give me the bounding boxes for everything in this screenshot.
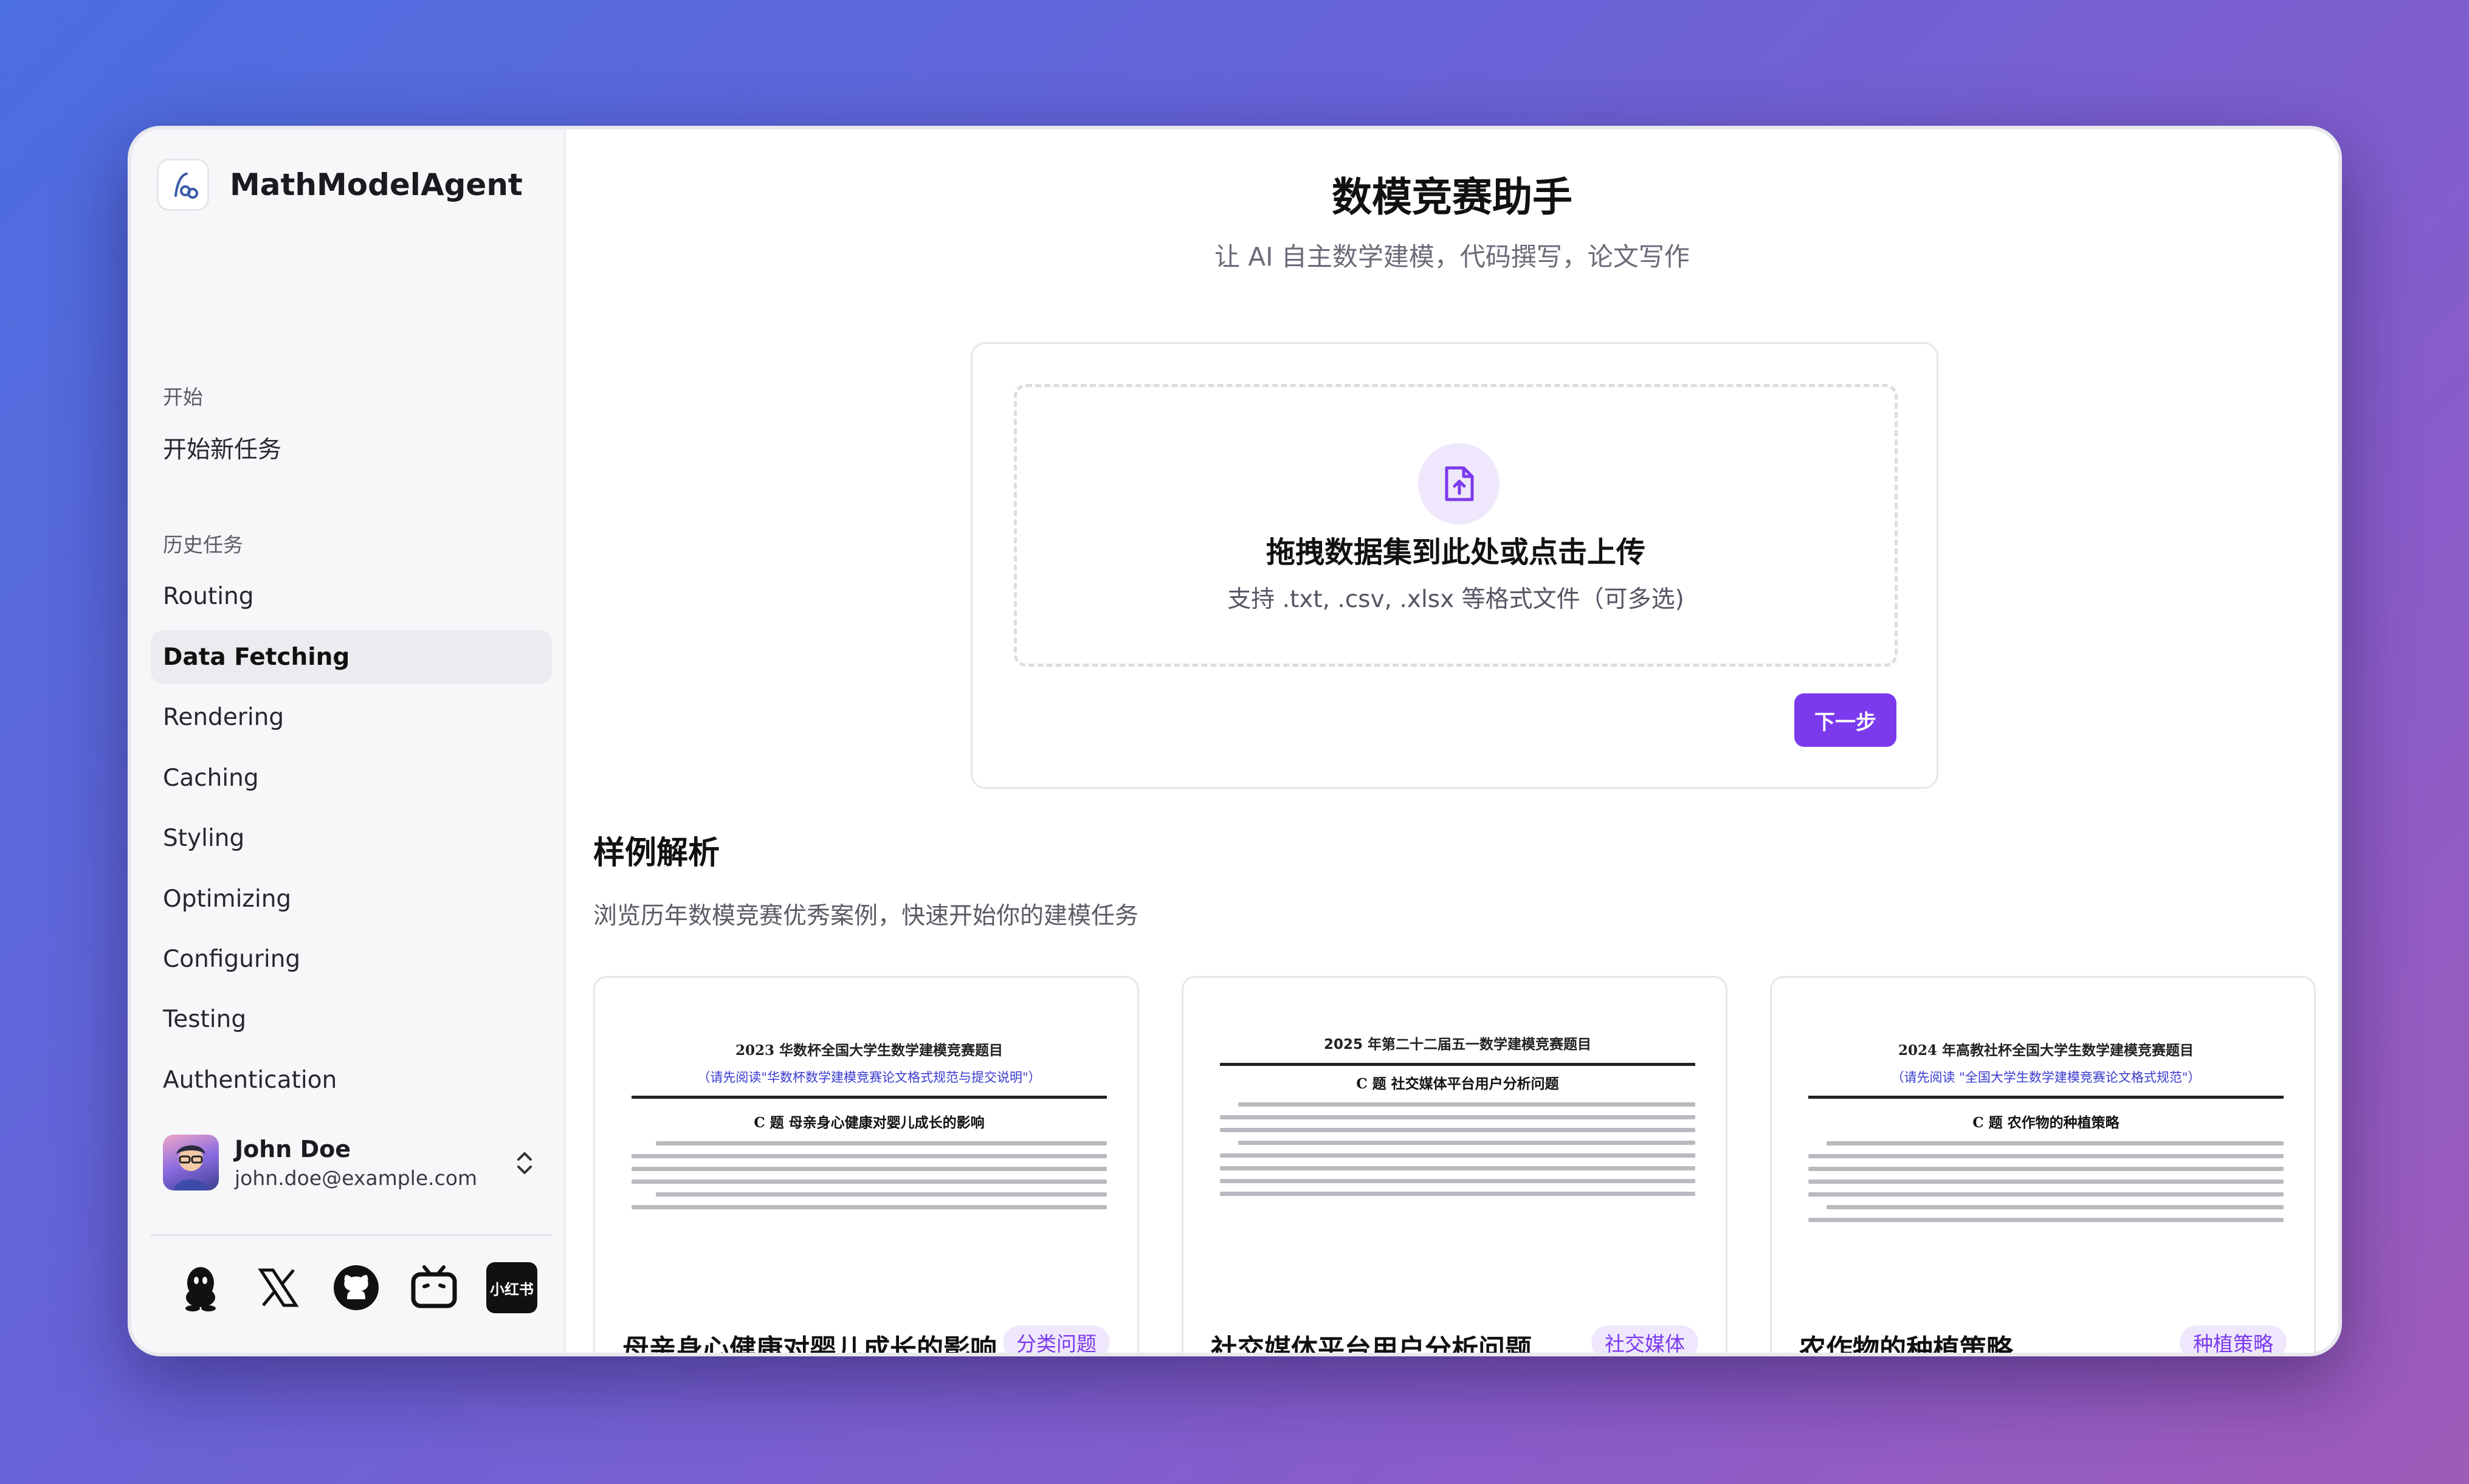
history-item-caching[interactable]: Caching — [151, 751, 552, 805]
example-card-tag: 分类问题 — [1003, 1325, 1110, 1353]
upload-card: 拖拽数据集到此处或点击上传 支持 .txt, .csv, .xlsx 等格式文件… — [971, 342, 1938, 789]
next-step-button[interactable]: 下一步 — [1794, 693, 1896, 747]
chevron-up-down-icon[interactable] — [509, 1145, 540, 1181]
x-icon[interactable] — [252, 1261, 305, 1314]
file-upload-icon — [1418, 443, 1500, 524]
history-item-rendering[interactable]: Rendering — [151, 690, 552, 744]
doc-header: 2025 年第二十二届五一数学建模竞赛题目 — [1323, 1037, 1592, 1053]
app-window: MathModelAgent 开始 开始新任务 历史任务 Routing Dat… — [128, 126, 2342, 1356]
doc-rule — [632, 1096, 1107, 1099]
examples-description: 浏览历年数模竞赛优秀案例，快速开始你的建模任务 — [593, 902, 1139, 930]
page-subtitle: 让 AI 自主数学建模，代码撰写，论文写作 — [1214, 242, 1690, 272]
history-item-authentication[interactable]: Authentication — [151, 1053, 552, 1107]
doc-header: 2024 年高教社杯全国大学生数学建模竞赛题目 — [1898, 1042, 2194, 1059]
examples-title: 样例解析 — [593, 835, 720, 871]
example-card-tag: 社交媒体 — [1591, 1325, 1698, 1353]
history-item-optimizing[interactable]: Optimizing — [151, 872, 552, 926]
doc-question-title: C 题 农作物的种植策略 — [1972, 1115, 2119, 1131]
sidebar: MathModelAgent 开始 开始新任务 历史任务 Routing Dat… — [131, 129, 566, 1353]
history-item-data-fetching[interactable]: Data Fetching — [151, 630, 552, 684]
avatar — [163, 1135, 219, 1190]
qq-icon[interactable] — [174, 1261, 227, 1314]
example-card[interactable]: 2024 年高教社杯全国大学生数学建模竞赛题目 （请先阅读 "全国大学生数学建模… — [1770, 976, 2316, 1356]
example-card-title: 社交媒体平台用户分析问题 — [1211, 1334, 1532, 1356]
sidebar-divider — [151, 1234, 552, 1236]
doc-subheader: （请先阅读 "全国大学生数学建模竞赛论文格式规范"） — [1891, 1070, 2201, 1085]
user-email: john.doe@example.com — [235, 1166, 478, 1190]
doc-rule — [1808, 1096, 2284, 1099]
bilibili-icon[interactable] — [407, 1261, 461, 1314]
dropzone-hint: 支持 .txt, .csv, .xlsx 等格式文件（可多选) — [1227, 586, 1684, 613]
app-name: MathModelAgent — [230, 167, 523, 202]
example-card-tag: 种植策略 — [2180, 1325, 2287, 1353]
section-label-start: 开始 — [163, 385, 203, 409]
section-label-history: 历史任务 — [163, 533, 243, 557]
example-card[interactable]: 2025 年第二十二届五一数学建模竞赛题目 C 题 社交媒体平台用户分析问题 社… — [1182, 976, 1727, 1356]
xiaohongshu-label: 小红书 — [486, 1262, 537, 1313]
page-title: 数模竞赛助手 — [1332, 174, 1572, 221]
brand[interactable]: MathModelAgent — [157, 159, 523, 211]
example-card-title: 母亲身心健康对婴儿成长的影响 — [622, 1334, 997, 1356]
app-logo-icon — [157, 159, 209, 211]
file-dropzone[interactable]: 拖拽数据集到此处或点击上传 支持 .txt, .csv, .xlsx 等格式文件… — [1014, 384, 1898, 667]
doc-question-title: C 题 社交媒体平台用户分析问题 — [1356, 1076, 1559, 1092]
doc-header: 2023 华数杯全国大学生数学建模竞赛题目 — [735, 1042, 1004, 1059]
github-icon[interactable] — [329, 1261, 383, 1314]
user-menu[interactable]: John Doe john.doe@example.com — [163, 1129, 540, 1196]
xiaohongshu-icon[interactable]: 小红书 — [485, 1261, 539, 1314]
nav-new-task[interactable]: 开始新任务 — [151, 421, 552, 475]
user-name: John Doe — [235, 1135, 351, 1163]
dropzone-title: 拖拽数据集到此处或点击上传 — [1265, 535, 1645, 569]
history-item-testing[interactable]: Testing — [151, 992, 552, 1046]
doc-question-title: C 题 母亲身心健康对婴儿成长的影响 — [754, 1115, 985, 1131]
example-card[interactable]: 2023 华数杯全国大学生数学建模竞赛题目 （请先阅读"华数杯数学建模竞赛论文格… — [593, 976, 1139, 1356]
main-content: 数模竞赛助手 让 AI 自主数学建模，代码撰写，论文写作 拖拽数据集到此处或点击… — [566, 129, 2338, 1353]
doc-rule — [1220, 1063, 1695, 1066]
doc-subheader: （请先阅读"华数杯数学建模竞赛论文格式规范与提交说明"） — [697, 1070, 1041, 1085]
history-item-configuring[interactable]: Configuring — [151, 932, 552, 986]
history-item-routing[interactable]: Routing — [151, 569, 552, 623]
example-card-title: 农作物的种植策略 — [1799, 1334, 2013, 1356]
history-item-styling[interactable]: Styling — [151, 811, 552, 865]
social-links: 小红书 — [174, 1261, 539, 1314]
